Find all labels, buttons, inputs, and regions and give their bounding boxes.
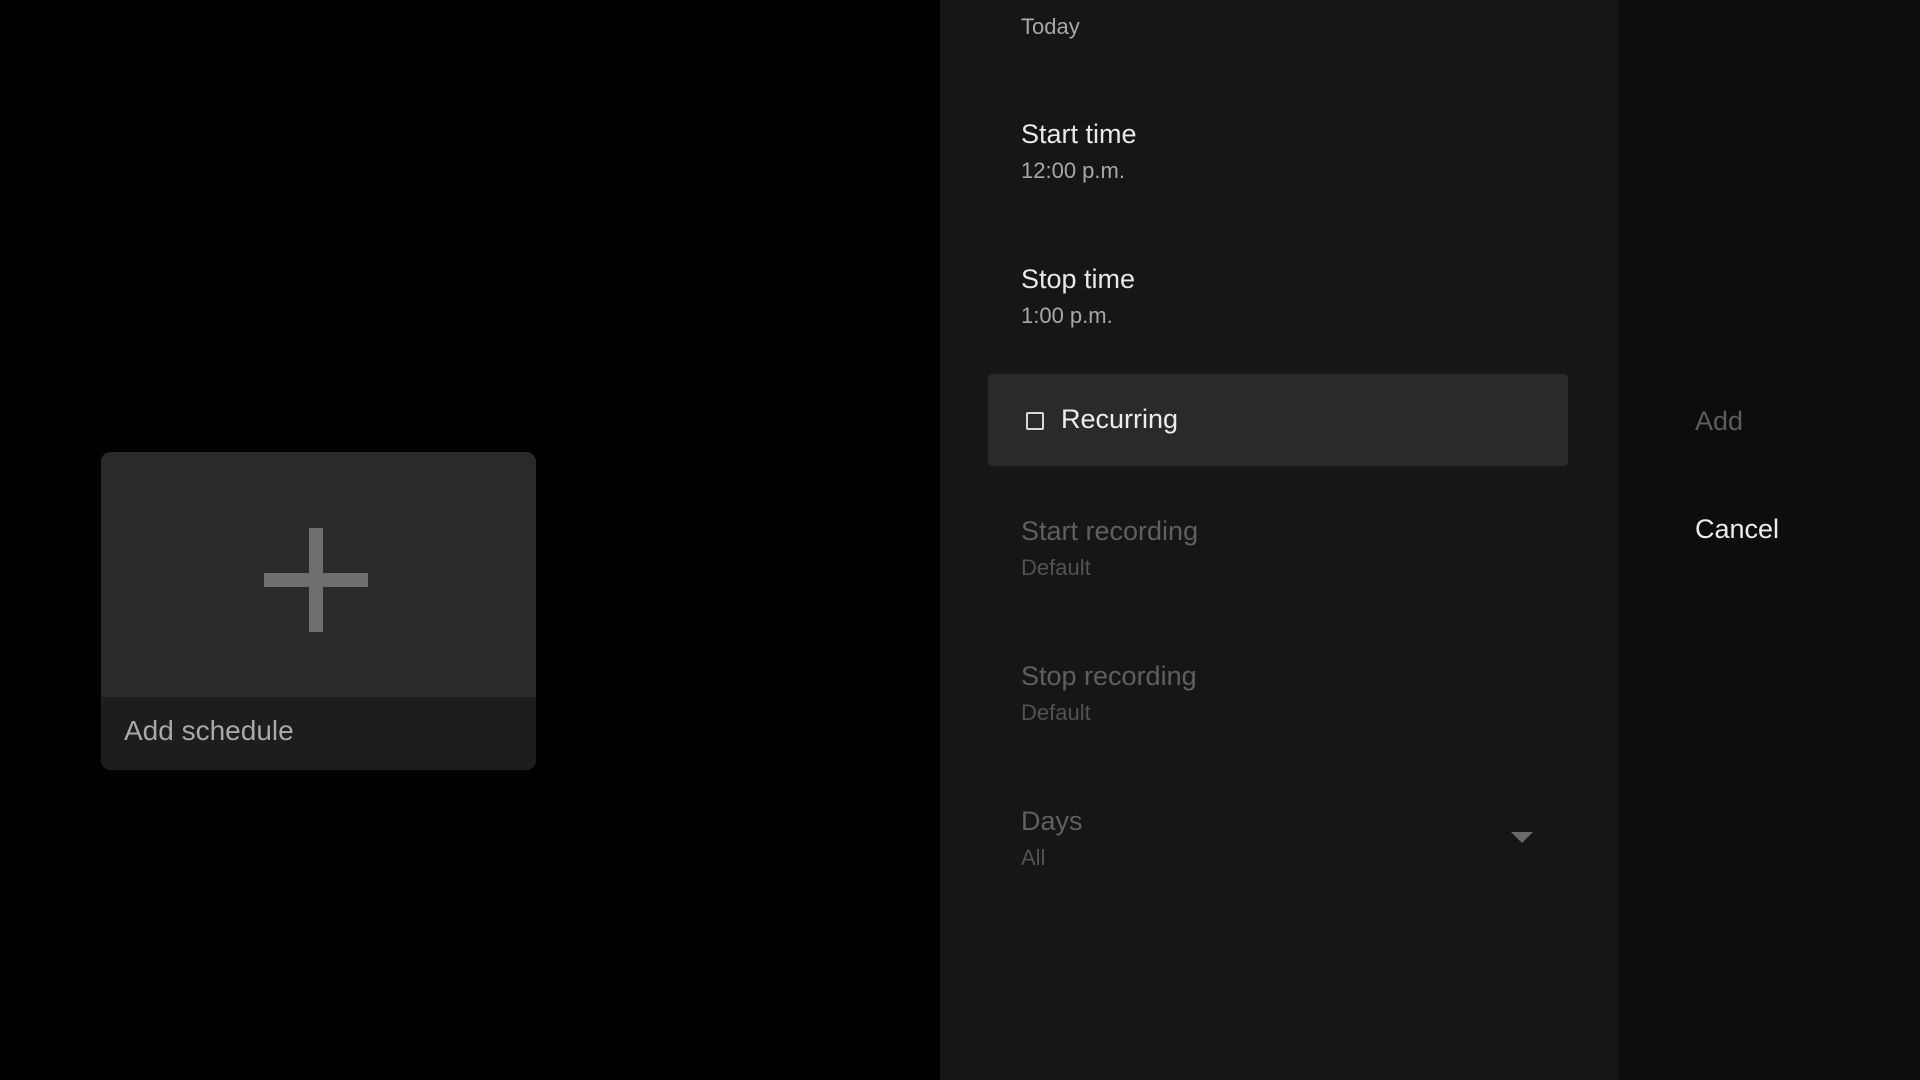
stop-recording-label: Stop recording	[1021, 661, 1197, 691]
recurring-label: Recurring	[1061, 404, 1179, 434]
stop-recording-value: Default	[1021, 700, 1091, 725]
stop-time-label: Stop time	[1021, 264, 1136, 294]
recurring-toggle[interactable]: Recurring	[988, 374, 1568, 466]
days-label: Days	[1021, 806, 1083, 836]
date-value[interactable]: Today	[1021, 14, 1080, 40]
card-artwork	[101, 452, 536, 697]
start-time-value: 12:00 p.m.	[1021, 158, 1125, 183]
start-time-label: Start time	[1021, 119, 1137, 149]
start-recording-label: Start recording	[1021, 516, 1199, 546]
recurring-checkbox[interactable]	[1026, 412, 1044, 430]
days-field[interactable]: Days All	[1021, 805, 1083, 871]
chevron-down-icon[interactable]	[1511, 832, 1533, 843]
stop-time-field[interactable]: Stop time 1:00 p.m.	[1021, 263, 1135, 329]
add-button[interactable]: Add	[1695, 406, 1743, 437]
add-schedule-card[interactable]: Add schedule	[101, 452, 536, 770]
card-label-area: Add schedule	[101, 697, 536, 770]
schedule-settings-panel: Today Start time 12:00 p.m. Stop time 1:…	[940, 0, 1618, 1080]
start-recording-value: Default	[1021, 555, 1091, 580]
start-recording-field[interactable]: Start recording Default	[1021, 515, 1198, 581]
add-schedule-label: Add schedule	[124, 715, 294, 746]
schedule-screen: Add schedule Today Start time 12:00 p.m.…	[0, 0, 1920, 1080]
stop-time-value: 1:00 p.m.	[1021, 303, 1113, 328]
actions-pane: Add Cancel	[1618, 0, 1920, 1080]
plus-icon	[264, 528, 368, 632]
start-time-field[interactable]: Start time 12:00 p.m.	[1021, 118, 1137, 184]
cancel-button[interactable]: Cancel	[1695, 514, 1779, 545]
stop-recording-field[interactable]: Stop recording Default	[1021, 660, 1197, 726]
schedules-pane: Add schedule	[0, 0, 940, 1080]
days-value: All	[1021, 845, 1046, 870]
